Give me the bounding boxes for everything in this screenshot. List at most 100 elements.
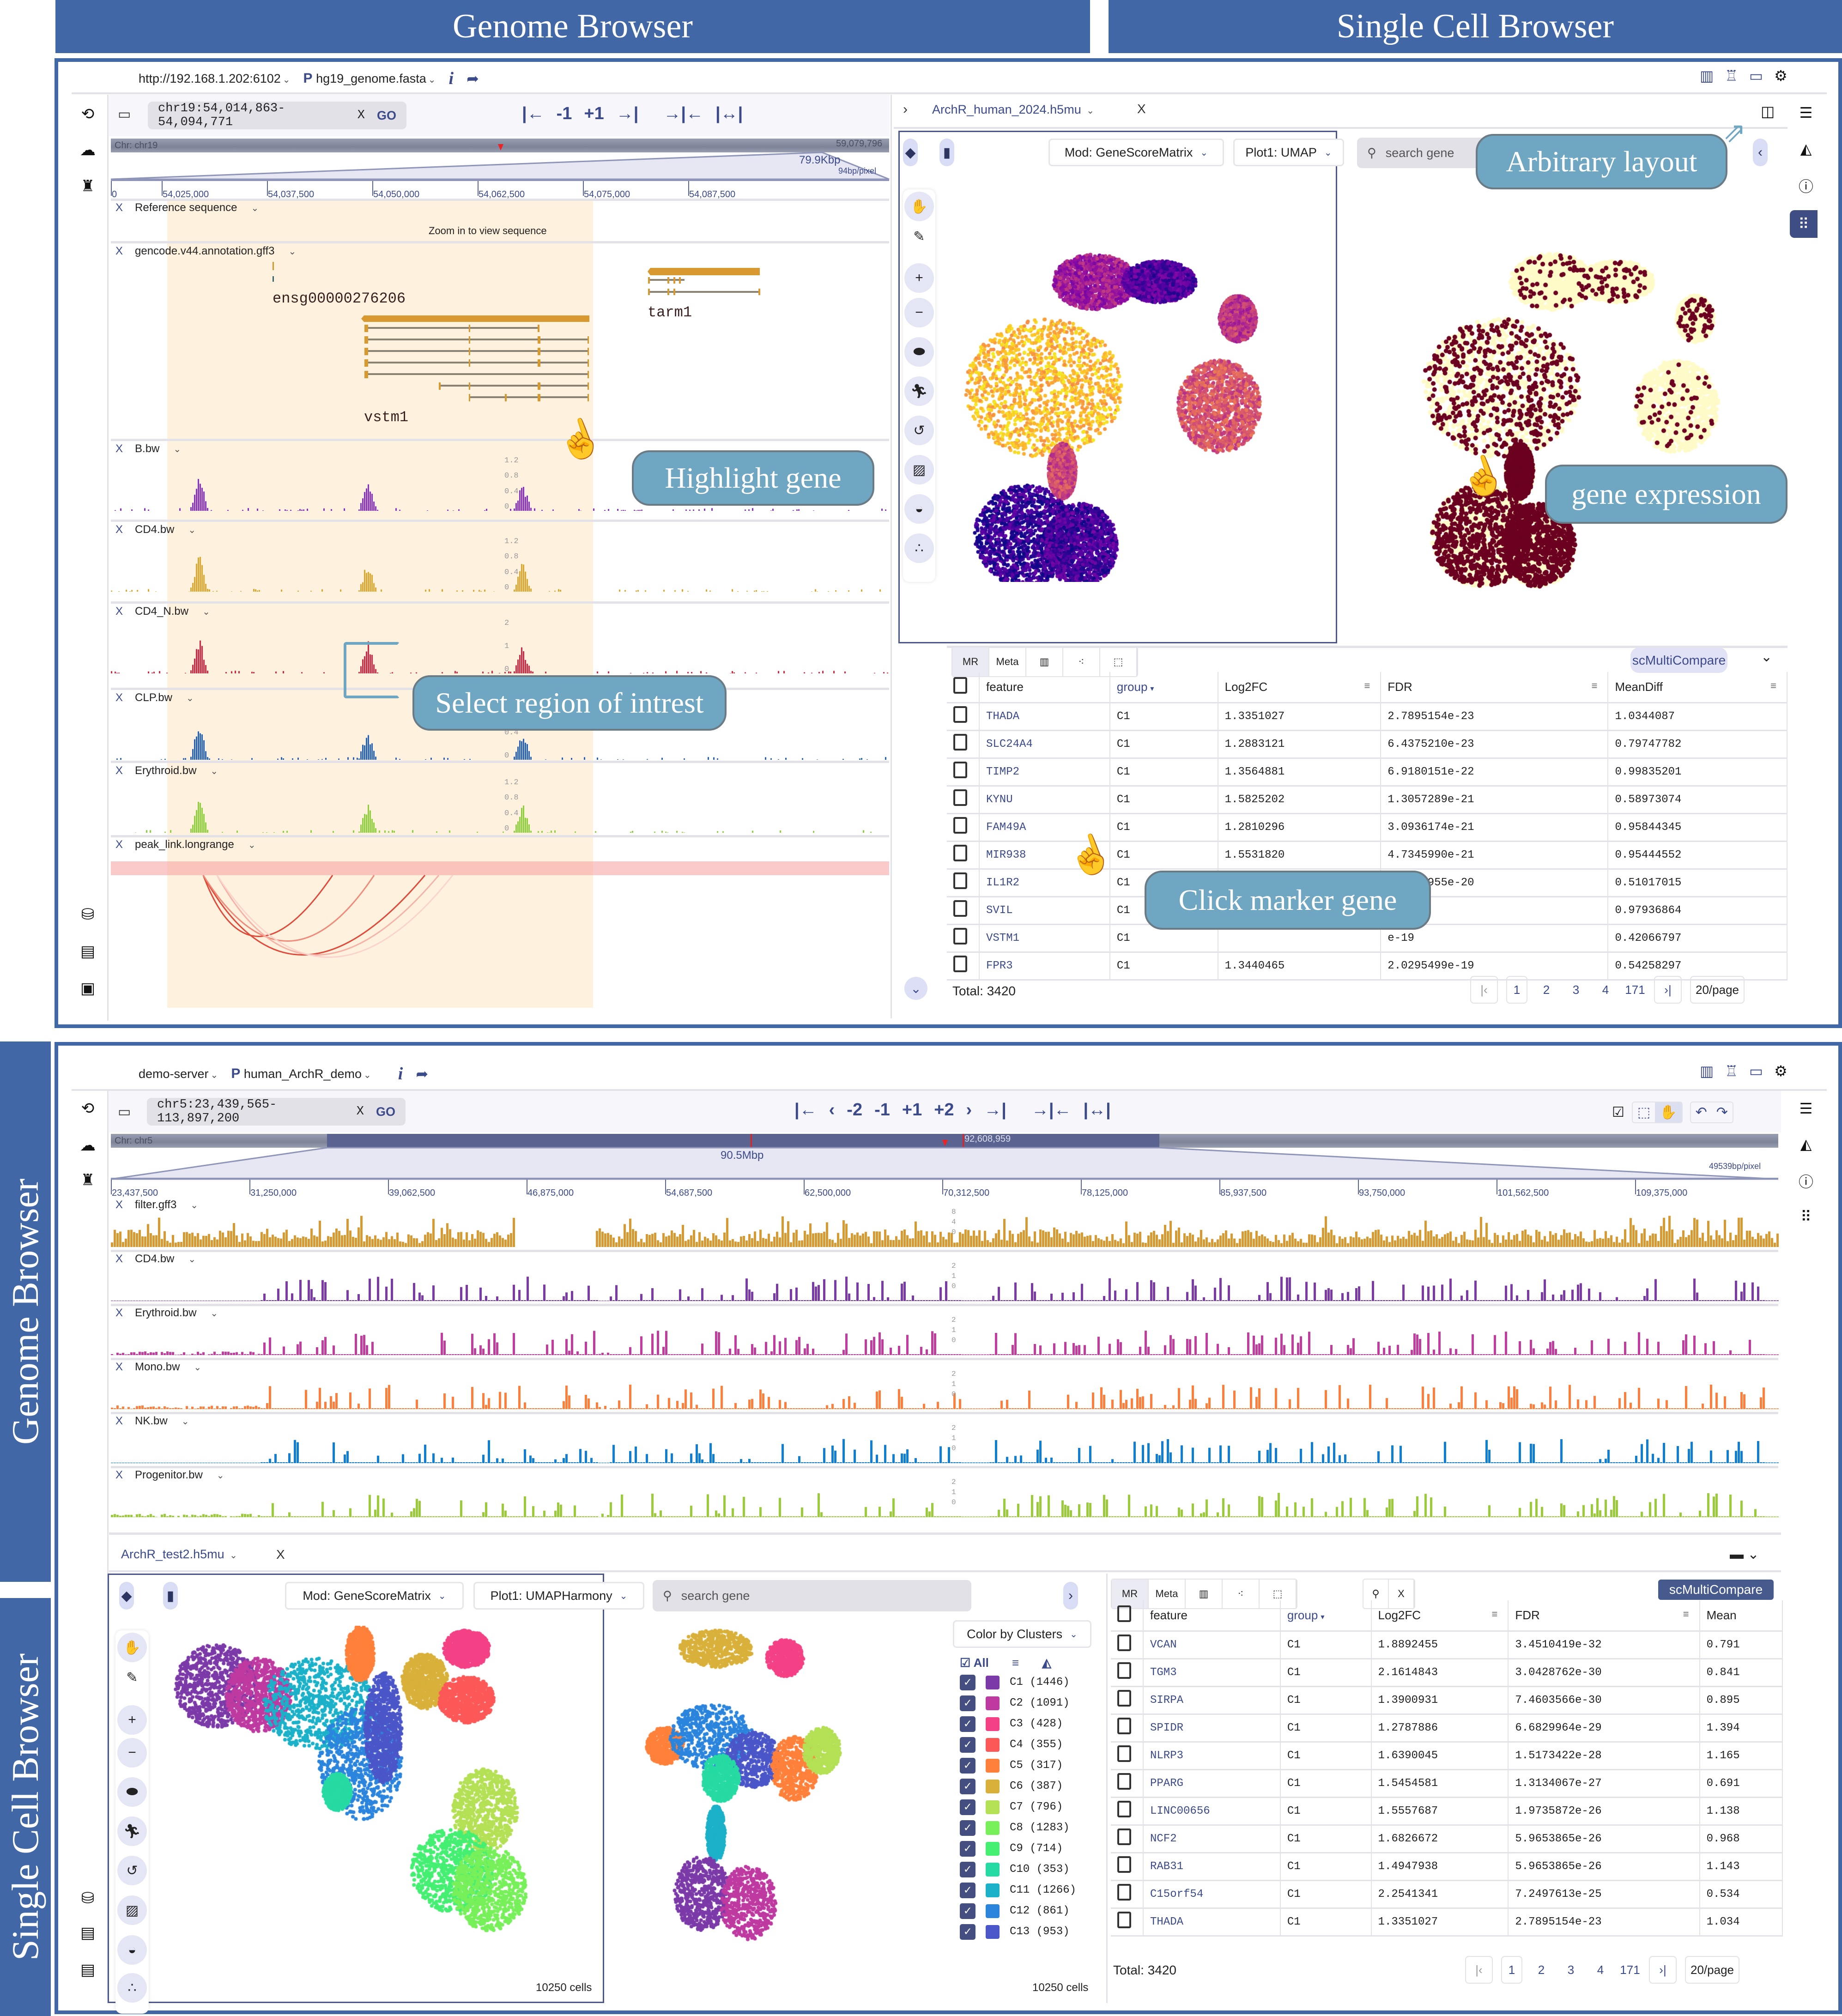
signal-track[interactable] xyxy=(111,1318,1779,1360)
color-swatch[interactable] xyxy=(986,1779,1000,1793)
row-checkbox[interactable] xyxy=(1111,1742,1144,1770)
plus-two-button[interactable]: +2 xyxy=(934,1100,954,1120)
legend-item[interactable]: ✓ C1 (1446) xyxy=(960,1672,1076,1693)
table-row[interactable]: SIRPA C1 1.3900931 7.4603566e-30 0.895 xyxy=(1111,1686,1783,1715)
modality-select[interactable]: Mod: GeneScoreMatrix ⌄ xyxy=(1048,139,1224,166)
feature-link[interactable]: NLRP3 xyxy=(1143,1742,1281,1770)
checkbox-checked-icon[interactable]: ✓ xyxy=(960,1737,976,1753)
chevron-down-icon[interactable]: ⌄ xyxy=(217,1470,224,1481)
sort-icon[interactable]: ≡ xyxy=(1770,680,1776,692)
page-size-select[interactable]: 20/page xyxy=(1685,1956,1739,1984)
color-swatch[interactable] xyxy=(986,1696,1000,1710)
reset-icon[interactable]: ↺ xyxy=(904,416,934,445)
expand-icon[interactable]: › xyxy=(1063,1582,1078,1610)
checkbox-checked-icon[interactable]: ✓ xyxy=(960,1716,976,1732)
track-header-nk-bw[interactable]: X NK.bw ⌄ xyxy=(115,1415,189,1428)
feature-link[interactable]: C15orf54 xyxy=(1143,1880,1281,1909)
first-page-button[interactable]: |‹ xyxy=(1470,976,1498,1004)
comment-icon[interactable]: ▤ xyxy=(76,1958,99,1981)
table-row[interactable]: NLRP3 C1 1.6390045 1.5173422e-28 1.165 xyxy=(1111,1742,1783,1770)
chevron-down-icon[interactable]: ⌄ xyxy=(210,1308,218,1319)
split-view-icon[interactable]: ▮ xyxy=(163,1582,178,1610)
locus-input[interactable]: chr5:23,439,565-113,897,200 X GO xyxy=(147,1098,406,1126)
color-swatch[interactable] xyxy=(986,1883,1000,1897)
select-region-icon[interactable]: ⬚ xyxy=(1633,1102,1655,1122)
dataset-select[interactable]: ArchR_human_2024.h5mu ⌄ xyxy=(932,103,1094,117)
page-size-select[interactable]: 20/page xyxy=(1690,976,1745,1004)
plot-select[interactable]: Plot1: UMAPHarmony ⌄ xyxy=(473,1582,644,1610)
track-header-filter-gff3[interactable]: Xfilter.gff3 ⌄ xyxy=(115,1199,198,1211)
flashlight-icon[interactable]: ♜ xyxy=(76,1168,99,1192)
zoom-out-icon[interactable]: − xyxy=(904,298,934,327)
feature-link[interactable]: LINC00656 xyxy=(1143,1797,1281,1826)
modality-select[interactable]: Mod: GeneScoreMatrix ⌄ xyxy=(285,1582,464,1610)
checkbox-checked-icon[interactable]: ✓ xyxy=(960,1695,976,1711)
checkbox-checked-icon[interactable]: ✓ xyxy=(960,1799,976,1815)
run-icon[interactable]: 🏃︎ xyxy=(904,376,934,406)
info-icon[interactable]: ⓘ xyxy=(1796,1171,1816,1191)
row-checkbox[interactable] xyxy=(947,952,980,981)
signal-track[interactable] xyxy=(111,1426,1779,1468)
row-checkbox[interactable] xyxy=(1111,1631,1144,1659)
color-by-select[interactable]: Color by Clusters ⌄ xyxy=(953,1620,1091,1648)
row-checkbox[interactable] xyxy=(947,730,980,759)
legend-item[interactable]: ✓ C5 (317) xyxy=(960,1755,1076,1776)
label-icon[interactable]: ⬬ xyxy=(117,1777,147,1807)
shirt-icon[interactable]: ♖ xyxy=(1725,1062,1738,1080)
layout-icon[interactable]: ▤ xyxy=(76,1921,99,1944)
row-checkbox[interactable] xyxy=(947,786,980,814)
sort-caret-icon[interactable]: ▾ xyxy=(1321,1613,1324,1621)
table-row[interactable]: LINC00656 C1 1.5557687 1.9735872e-26 1.138 xyxy=(1111,1797,1783,1826)
feature-link[interactable]: SLC24A4 xyxy=(979,730,1110,759)
scatter-panel-icon[interactable]: ⠿ xyxy=(1796,1206,1816,1227)
feature-link[interactable]: SIRPA xyxy=(1143,1686,1281,1715)
edit-icon[interactable]: ✎ xyxy=(904,222,934,251)
panel-toggle-icon[interactable]: ▬ ⌄ xyxy=(1730,1546,1759,1562)
track-header-progenitor-bw[interactable]: X Progenitor.bw ⌄ xyxy=(115,1469,224,1482)
signal-track[interactable] xyxy=(111,1372,1779,1414)
scroll-down-icon[interactable]: ⌄ xyxy=(904,977,927,1000)
feature-link[interactable]: FPR3 xyxy=(979,952,1110,981)
pan-hand-icon[interactable]: ✋ xyxy=(904,192,934,221)
track-header-cd4-bw[interactable]: X CD4.bw ⌄ xyxy=(115,1253,196,1265)
row-checkbox[interactable] xyxy=(1111,1853,1144,1881)
next-button[interactable]: › xyxy=(966,1100,972,1120)
umap-harmony-scatter-plot[interactable] xyxy=(610,1626,961,1977)
minus-two-button[interactable]: -2 xyxy=(847,1100,862,1120)
table-row[interactable]: NCF2 C1 1.6826672 5.9653865e-26 0.968 xyxy=(1111,1825,1783,1853)
go-button[interactable]: GO xyxy=(376,1105,395,1119)
pane-divider[interactable] xyxy=(891,95,892,1018)
pane-divider[interactable] xyxy=(1106,1574,1108,2003)
zoom-out-button[interactable]: |↔| xyxy=(1083,1100,1110,1120)
column-header-log2fc[interactable]: Log2FC ≡ xyxy=(1371,1600,1509,1632)
table-row[interactable]: THADA C1 1.3351027 2.7895154e-23 1.0344087 xyxy=(947,702,1787,731)
table-row[interactable]: PPARG C1 1.5454581 1.3134067e-27 0.691 xyxy=(1111,1769,1783,1798)
reset-icon[interactable]: ↺ xyxy=(117,1856,147,1885)
remove-track-icon[interactable]: X xyxy=(115,1415,123,1428)
share-icon[interactable]: ➦ xyxy=(416,1065,428,1083)
page-button[interactable]: 1 xyxy=(1506,976,1527,1004)
row-checkbox[interactable] xyxy=(947,758,980,787)
page-button[interactable]: 4 xyxy=(1595,983,1616,997)
row-checkbox[interactable] xyxy=(1111,1769,1144,1798)
minus-one-button[interactable]: -1 xyxy=(874,1100,890,1120)
scatter-icon[interactable]: ∴ xyxy=(117,1973,147,2003)
color-swatch[interactable] xyxy=(986,1800,1000,1814)
feature-link[interactable]: SPIDR xyxy=(1143,1714,1281,1743)
sort-icon[interactable]: ≡ xyxy=(1683,1608,1689,1620)
table-row[interactable]: TIMP2 C1 1.3564881 6.9180151e-22 0.99835201 xyxy=(947,758,1787,787)
checkbox-checked-icon[interactable]: ✓ xyxy=(960,1903,976,1919)
paint-bucket-icon[interactable]: ◭ xyxy=(1042,1656,1051,1670)
feature-link[interactable]: KYNU xyxy=(979,786,1110,814)
remove-track-icon[interactable]: X xyxy=(115,1469,123,1482)
page-button[interactable]: 171 xyxy=(1619,1963,1641,1977)
legend-item[interactable]: ✓ C10 (353) xyxy=(960,1859,1076,1880)
table-row[interactable]: VCAN C1 1.8892455 3.4510419e-32 0.791 xyxy=(1111,1631,1783,1659)
chevron-down-icon[interactable]: ⌄ xyxy=(190,1199,198,1211)
remove-track-icon[interactable]: X xyxy=(115,1253,123,1265)
plus-one-button[interactable]: +1 xyxy=(902,1100,922,1120)
checkbox-checked-icon[interactable]: ✓ xyxy=(960,1757,976,1774)
monitor-icon[interactable]: ▭ xyxy=(1749,1062,1763,1080)
table-row[interactable]: RAB31 C1 1.4947938 5.9653865e-26 1.143 xyxy=(1111,1853,1783,1881)
select-all-checkbox[interactable] xyxy=(1111,1600,1144,1632)
